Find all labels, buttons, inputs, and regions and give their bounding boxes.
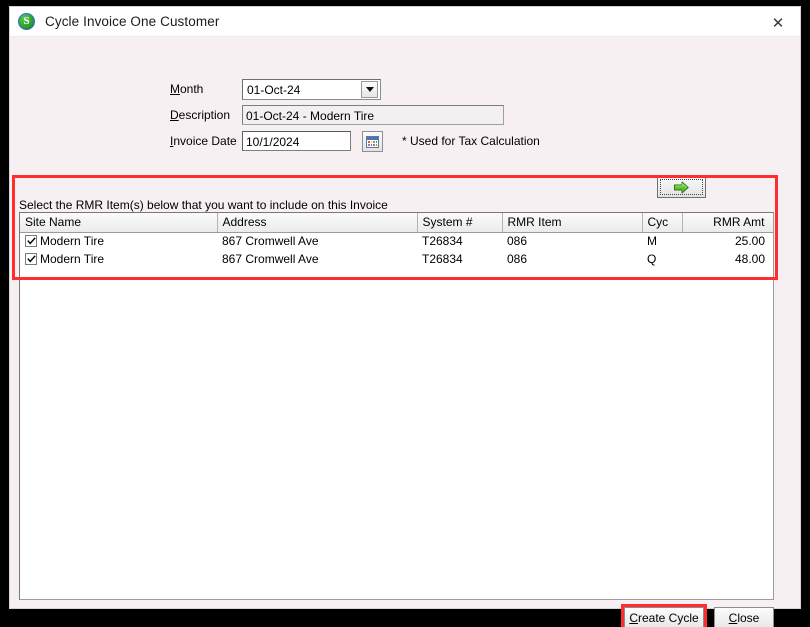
- month-label-rest: onth: [180, 82, 204, 96]
- cell-rmr-amt: 25.00: [734, 234, 765, 249]
- cell-address: 867 Cromwell Ave: [222, 234, 319, 249]
- invoice-date-label: Invoice Date: [170, 134, 237, 148]
- cell-rmr-item: 086: [507, 234, 528, 249]
- close-icon[interactable]: ✕: [768, 14, 788, 32]
- cell-site-name: Modern Tire: [20, 232, 217, 250]
- invoice-date-field[interactable]: [242, 131, 351, 151]
- cell-site-name-text: Modern Tire: [40, 252, 105, 266]
- table-row[interactable]: Modern Tire 867 Cromwell Ave T26834 086 …: [20, 232, 773, 250]
- table-row[interactable]: Modern Tire 867 Cromwell Ave T26834 086 …: [20, 250, 773, 268]
- dialog-body: Month 01-Oct-24 Description Invoice Date…: [10, 37, 800, 627]
- calendar-icon-button[interactable]: [362, 131, 383, 152]
- month-select-value: 01-Oct-24: [247, 82, 301, 97]
- cell-rmr-item: 086: [507, 252, 528, 266]
- close-button[interactable]: Close: [714, 607, 774, 627]
- app-logo-icon: S: [18, 13, 35, 30]
- close-rest: lose: [737, 611, 760, 625]
- close-accel: C: [728, 611, 738, 625]
- app-logo-letter: S: [23, 15, 30, 27]
- table-header: Site Name Address System # RMR Item Cyc …: [20, 213, 773, 233]
- dialog-window: S Cycle Invoice One Customer ✕ Month 01-…: [9, 6, 801, 627]
- column-header-rmr-amt[interactable]: RMR Amt: [682, 213, 773, 233]
- table-header-row: Site Name Address System # RMR Item Cyc …: [20, 213, 773, 233]
- chevron-down-icon[interactable]: [361, 81, 378, 98]
- month-label-accel: M: [170, 82, 180, 96]
- invoice-date-label-rest: nvoice Date: [173, 134, 237, 148]
- description-field[interactable]: [242, 105, 504, 125]
- description-label-accel: D: [170, 108, 179, 122]
- cell-cyc: Q: [647, 252, 657, 266]
- column-header-cyc[interactable]: Cyc: [642, 213, 683, 233]
- cell-site-name-text: Modern Tire: [40, 234, 105, 249]
- column-header-address[interactable]: Address: [217, 213, 418, 233]
- title-bar: S Cycle Invoice One Customer ✕: [10, 7, 800, 37]
- rmr-table: Site Name Address System # RMR Item Cyc …: [20, 213, 773, 268]
- cell-cyc: M: [647, 234, 657, 249]
- month-label: Month: [170, 82, 203, 96]
- screen-root: S Cycle Invoice One Customer ✕ Month 01-…: [0, 0, 810, 627]
- highlight-box-create-cycle: [621, 604, 707, 627]
- month-select[interactable]: 01-Oct-24: [242, 79, 381, 100]
- tax-calculation-note: * Used for Tax Calculation: [402, 134, 540, 148]
- cell-system: T26834: [422, 234, 463, 249]
- description-label: Description: [170, 108, 230, 122]
- calendar-icon: [366, 135, 379, 148]
- column-header-system[interactable]: System #: [417, 213, 503, 233]
- row-checkbox[interactable]: [25, 253, 37, 265]
- description-label-rest: escription: [178, 108, 231, 122]
- column-header-site-name[interactable]: Site Name: [20, 213, 218, 233]
- green-right-arrow-icon: [674, 181, 689, 194]
- select-instruction-text: Select the RMR Item(s) below that you wa…: [19, 198, 388, 212]
- table-body: Modern Tire 867 Cromwell Ave T26834 086 …: [20, 232, 773, 268]
- cell-rmr-amt: 48.00: [734, 252, 765, 266]
- cell-address: 867 Cromwell Ave: [222, 252, 319, 266]
- window-title: Cycle Invoice One Customer: [45, 14, 220, 29]
- expand-arrow-button[interactable]: [657, 176, 706, 198]
- row-checkbox[interactable]: [25, 235, 37, 248]
- column-header-rmr-item[interactable]: RMR Item: [502, 213, 643, 233]
- cell-system: T26834: [422, 252, 463, 266]
- cell-site-name: Modern Tire: [20, 250, 217, 268]
- rmr-items-grid[interactable]: Site Name Address System # RMR Item Cyc …: [19, 212, 774, 600]
